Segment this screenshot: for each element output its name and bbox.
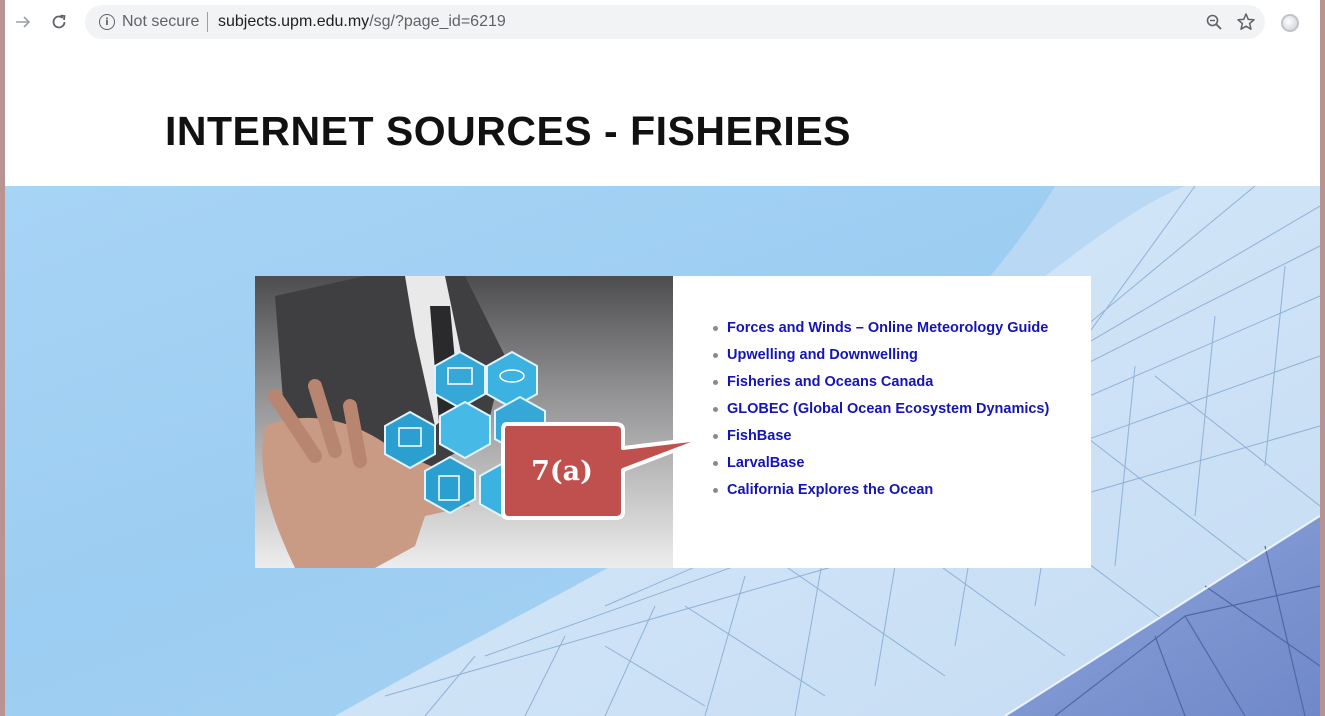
link-larvalbase[interactable]: LarvalBase — [713, 451, 1049, 478]
profile-avatar-icon[interactable] — [1281, 14, 1299, 32]
browser-toolbar: i Not secure subjects.upm.edu.my/sg/?pag… — [5, 0, 1320, 46]
page-title: INTERNET SOURCES - FISHERIES — [165, 108, 852, 154]
security-status[interactable]: Not secure — [122, 13, 199, 31]
link-globec[interactable]: GLOBEC (Global Ocean Ecosystem Dynamics) — [713, 397, 1049, 424]
url-text[interactable]: subjects.upm.edu.my/sg/?page_id=6219 — [218, 13, 506, 31]
url-domain: subjects.upm.edu.my — [218, 13, 370, 30]
link-forces-and-winds[interactable]: Forces and Winds – Online Meteorology Gu… — [713, 316, 1049, 343]
link-fisheries-oceans-canada[interactable]: Fisheries and Oceans Canada — [713, 370, 1049, 397]
url-path: /sg/?page_id=6219 — [369, 13, 506, 30]
address-divider — [207, 12, 208, 32]
callout-label: 7(a) — [531, 455, 593, 487]
address-bar[interactable]: i Not secure subjects.upm.edu.my/sg/?pag… — [85, 5, 1265, 39]
link-upwelling-downwelling[interactable]: Upwelling and Downwelling — [713, 343, 1049, 370]
link-california-explores-ocean[interactable]: California Explores the Ocean — [713, 478, 1049, 505]
star-icon[interactable] — [1235, 11, 1257, 33]
browser-window: i Not secure subjects.upm.edu.my/sg/?pag… — [5, 0, 1320, 716]
forward-arrow-icon[interactable] — [9, 8, 37, 36]
link-fishbase[interactable]: FishBase — [713, 424, 1049, 451]
page-header: INTERNET SOURCES - FISHERIES — [5, 46, 1320, 186]
web-page: INTERNET SOURCES - FISHERIES Forces and … — [5, 46, 1320, 716]
zoom-out-icon[interactable] — [1203, 11, 1225, 33]
reload-icon[interactable] — [45, 8, 73, 36]
info-icon[interactable]: i — [99, 14, 115, 30]
internet-sources-list: Forces and Winds – Online Meteorology Gu… — [713, 316, 1049, 505]
